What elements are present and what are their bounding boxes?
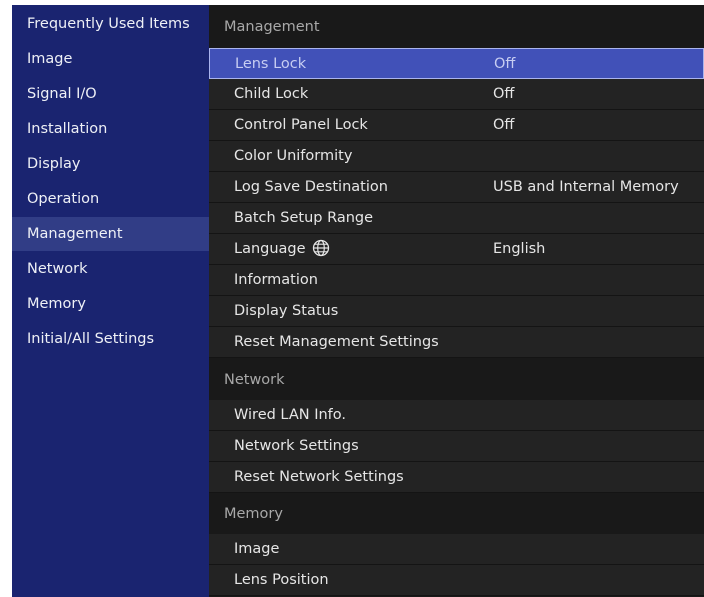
sidebar-item-image[interactable]: Image: [12, 42, 209, 76]
sidebar-item-label: Installation: [27, 121, 108, 137]
menu-row-label: Lens Position: [234, 572, 329, 588]
menu-row-label: Batch Setup Range: [234, 210, 374, 226]
sidebar-item-initial-all-settings[interactable]: Initial/All Settings: [12, 322, 209, 356]
menu-row-label: Image: [234, 541, 280, 557]
menu-row-value: Off: [493, 117, 515, 133]
sidebar-item-display[interactable]: Display: [12, 147, 209, 181]
menu-row-label: Child Lock: [234, 86, 309, 102]
sidebar-item-memory[interactable]: Memory: [12, 287, 209, 321]
menu-row-memory-image[interactable]: Image: [209, 534, 704, 565]
sidebar-item-label: Frequently Used Items: [27, 16, 190, 32]
projector-menu: Frequently Used Items Image Signal I/O I…: [12, 5, 704, 597]
menu-row-value: Off: [494, 56, 516, 72]
menu-row-label: Reset Management Settings: [234, 334, 439, 350]
menu-row-label: Reset Network Settings: [234, 469, 404, 485]
sidebar-item-label: Management: [27, 226, 123, 242]
menu-row-lens-lock[interactable]: Lens Lock Off: [209, 48, 704, 79]
settings-panel: Management Lens Lock Off Child Lock Off …: [209, 5, 704, 597]
menu-row-label: Network Settings: [234, 438, 359, 454]
sidebar-item-label: Network: [27, 261, 88, 277]
section-header-memory: Memory: [224, 506, 283, 522]
menu-row-network-settings[interactable]: Network Settings: [209, 431, 704, 462]
menu-row-color-uniformity[interactable]: Color Uniformity: [209, 141, 704, 172]
sidebar: Frequently Used Items Image Signal I/O I…: [12, 5, 209, 597]
menu-row-label: Wired LAN Info.: [234, 407, 347, 423]
sidebar-item-network[interactable]: Network: [12, 252, 209, 286]
globe-icon: [312, 239, 329, 256]
menu-row-reset-management-settings[interactable]: Reset Management Settings: [209, 327, 704, 358]
sidebar-item-installation[interactable]: Installation: [12, 112, 209, 146]
sidebar-item-label: Initial/All Settings: [27, 331, 155, 347]
menu-row-label: Display Status: [234, 303, 339, 319]
menu-row-label: Log Save Destination: [234, 179, 388, 195]
menu-row-lens-position[interactable]: Lens Position: [209, 565, 704, 596]
sidebar-item-frequently-used-items[interactable]: Frequently Used Items: [12, 7, 209, 41]
menu-row-label: Color Uniformity: [234, 148, 353, 164]
menu-row-value: Off: [493, 86, 515, 102]
menu-row-label: Information: [234, 272, 318, 288]
sidebar-item-label: Signal I/O: [27, 86, 97, 102]
menu-row-reset-network-settings[interactable]: Reset Network Settings: [209, 462, 704, 493]
sidebar-item-label: Memory: [27, 296, 86, 312]
menu-row-label: Lens Lock: [235, 56, 307, 72]
sidebar-item-management[interactable]: Management: [12, 217, 209, 251]
menu-row-label-wrap: Language: [234, 234, 330, 265]
menu-row-language[interactable]: Language English: [209, 234, 704, 265]
section-header-management: Management: [224, 19, 320, 35]
sidebar-item-operation[interactable]: Operation: [12, 182, 209, 216]
menu-row-display-status[interactable]: Display Status: [209, 296, 704, 327]
menu-row-child-lock[interactable]: Child Lock Off: [209, 79, 704, 110]
section-header-network: Network: [224, 372, 285, 388]
menu-row-label: Control Panel Lock: [234, 117, 368, 133]
menu-row-control-panel-lock[interactable]: Control Panel Lock Off: [209, 110, 704, 141]
menu-row-wired-lan-info[interactable]: Wired LAN Info.: [209, 400, 704, 431]
menu-row-information[interactable]: Information: [209, 265, 704, 296]
menu-row-batch-setup-range[interactable]: Batch Setup Range: [209, 203, 704, 234]
sidebar-item-label: Display: [27, 156, 81, 172]
menu-row-label: Language: [234, 241, 306, 257]
menu-row-log-save-destination[interactable]: Log Save Destination USB and Internal Me…: [209, 172, 704, 203]
menu-row-value: USB and Internal Memory: [493, 179, 679, 195]
sidebar-item-label: Operation: [27, 191, 100, 207]
sidebar-item-signal-io[interactable]: Signal I/O: [12, 77, 209, 111]
menu-row-value: English: [493, 241, 546, 257]
sidebar-item-label: Image: [27, 51, 73, 67]
